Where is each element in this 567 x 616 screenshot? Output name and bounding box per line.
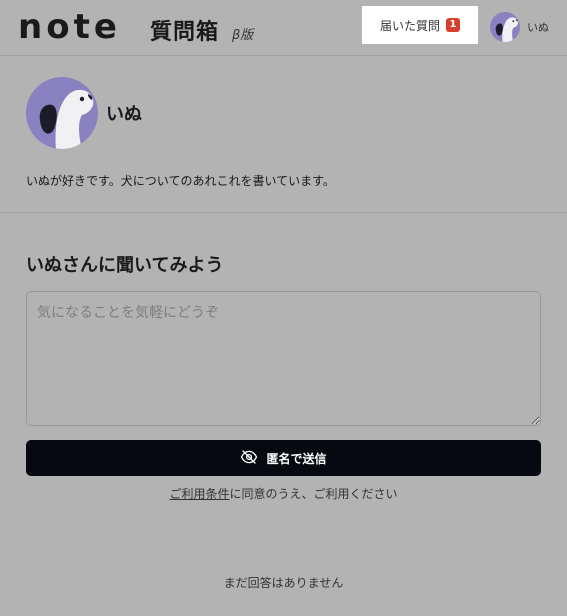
dog-avatar-icon	[26, 77, 98, 149]
section-divider	[0, 212, 567, 213]
header-user-menu[interactable]: いぬ	[490, 12, 549, 42]
header: note 質問箱 β版 届いた質問 1 いぬ	[0, 0, 567, 56]
terms-link[interactable]: ご利用条件	[169, 487, 229, 501]
send-button-label: 匿名で送信	[266, 451, 327, 466]
notification-badge: 1	[446, 18, 460, 32]
profile-name: いぬ	[106, 104, 142, 125]
ask-heading: いぬさんに聞いてみよう	[26, 255, 224, 276]
beta-label: β版	[232, 28, 254, 43]
note-logo[interactable]: note	[18, 7, 121, 47]
received-questions-button[interactable]: 届いた質問 1	[362, 6, 478, 44]
product-name: 質問箱	[150, 20, 220, 45]
eye-slash-icon	[240, 449, 266, 467]
dog-avatar-icon	[490, 12, 520, 42]
received-questions-label: 届いた質問	[379, 18, 440, 33]
logo-text: note	[18, 7, 121, 47]
terms-suffix: に同意のうえ、ご利用ください	[229, 487, 398, 501]
profile-section: いぬ	[26, 77, 142, 149]
no-answers-text: まだ回答はありません	[223, 576, 344, 590]
send-anonymous-button[interactable]: 匿名で送信	[26, 440, 541, 476]
question-input[interactable]	[26, 291, 541, 426]
header-user-name: いぬ	[527, 21, 549, 34]
terms-note: ご利用条件に同意のうえ、ご利用ください	[0, 485, 567, 502]
profile-bio: いぬが好きです。犬についてのあれこれを書いています。	[26, 174, 335, 188]
